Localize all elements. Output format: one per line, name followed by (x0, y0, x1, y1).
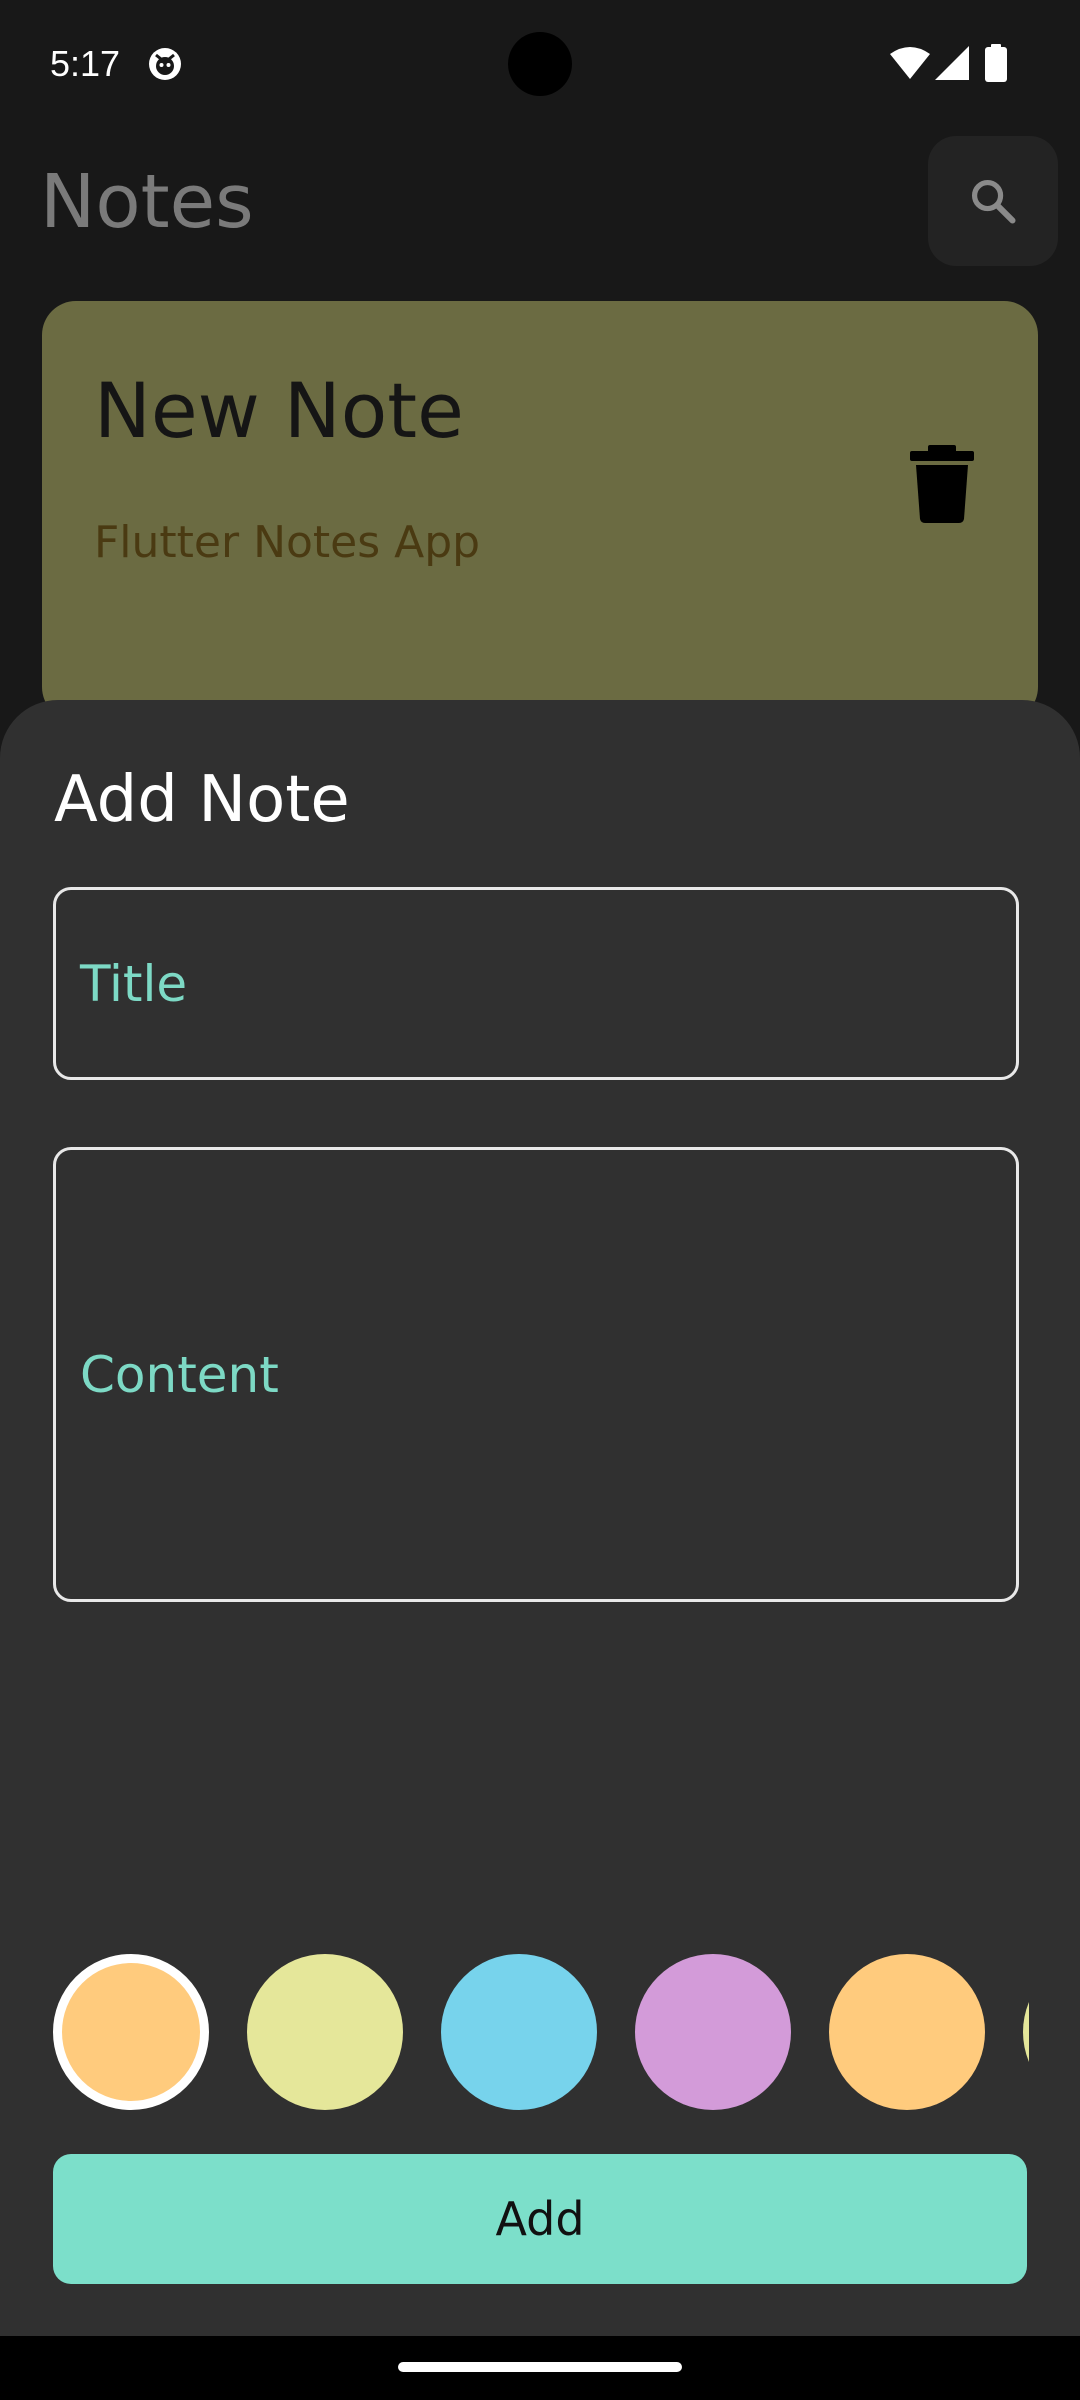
page-title: Notes (40, 159, 254, 245)
title-placeholder: Title (80, 955, 188, 1013)
sheet-title: Add Note (54, 763, 350, 837)
signal-icon (935, 46, 969, 80)
title-input[interactable]: Title (53, 887, 1019, 1080)
color-picker (53, 1952, 1029, 2112)
color-swatch[interactable] (441, 1954, 597, 2110)
status-bar: 5:17 (0, 0, 1080, 130)
camera-cutout (508, 32, 572, 96)
notes-screen: 5:17 Notes New Note Flutter Notes App Ad… (0, 0, 1080, 2400)
color-swatch[interactable] (247, 1954, 403, 2110)
add-note-sheet: Add Note Title Content Add (0, 700, 1080, 2336)
color-swatch[interactable] (1023, 1954, 1029, 2110)
note-content: Flutter Notes App (94, 517, 481, 568)
add-button[interactable]: Add (53, 2154, 1027, 2284)
color-swatch[interactable] (53, 1954, 209, 2110)
add-button-label: Add (495, 2192, 585, 2246)
search-icon (971, 179, 1016, 224)
battery-icon (985, 44, 1007, 82)
color-swatch[interactable] (829, 1954, 985, 2110)
status-time: 5:17 (50, 43, 121, 84)
app-notification-icon (149, 48, 181, 80)
trash-icon[interactable] (902, 443, 982, 523)
content-placeholder: Content (80, 1346, 279, 1404)
note-card[interactable]: New Note Flutter Notes App (42, 301, 1038, 721)
note-title: New Note (94, 366, 464, 455)
home-indicator[interactable] (398, 2362, 682, 2372)
search-button[interactable] (928, 136, 1058, 266)
content-input[interactable]: Content (53, 1147, 1019, 1602)
wifi-icon (890, 47, 930, 79)
color-swatch[interactable] (635, 1954, 791, 2110)
navigation-bar (0, 2336, 1080, 2400)
